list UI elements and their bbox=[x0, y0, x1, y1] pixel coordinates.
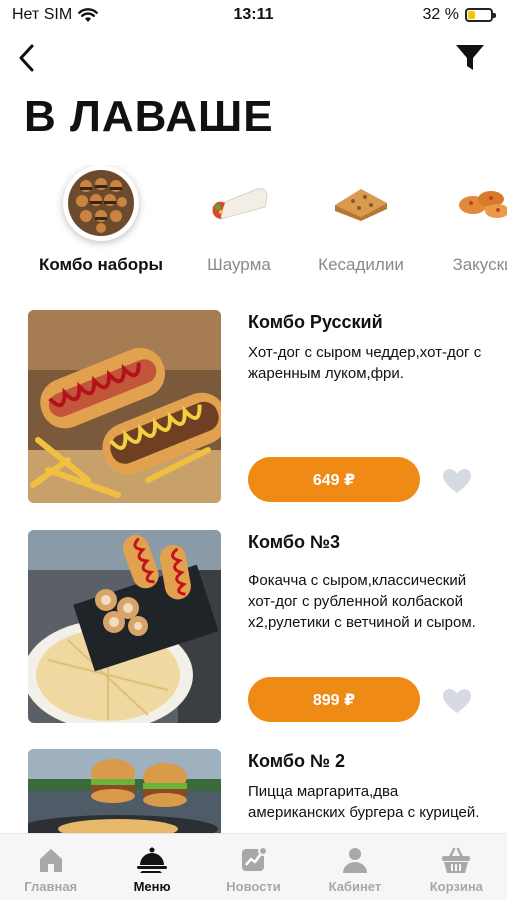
tab-label: Меню bbox=[133, 879, 171, 894]
category-carousel[interactable]: Комбо наборы Шаурма Кесадилии Закуск bbox=[0, 165, 507, 285]
menu-cloche-icon bbox=[136, 844, 168, 876]
product-name: Комбо №3 bbox=[248, 532, 341, 552]
product-description: Пицца маргарита,два американских бургера… bbox=[248, 783, 480, 821]
product-card[interactable]: Комбо Русский Хот-дог с сыром чеддер,хот… bbox=[28, 310, 498, 505]
product-description: Хот-дог с сыром чеддер,хот-дог с жаренны… bbox=[248, 344, 482, 382]
filter-icon bbox=[456, 45, 484, 70]
quesadilla-image bbox=[323, 165, 399, 241]
tab-label: Корзина bbox=[429, 879, 483, 894]
combo-sets-image bbox=[63, 165, 139, 241]
product-card[interactable]: Комбо № 2 Пицца маргарита,два американск… bbox=[28, 749, 498, 833]
heart-icon[interactable] bbox=[442, 468, 472, 494]
battery-level bbox=[468, 11, 476, 19]
status-right: 32 % bbox=[422, 6, 496, 24]
category-combo-sets[interactable]: Комбо наборы bbox=[26, 165, 176, 275]
chevron-left-icon bbox=[19, 44, 34, 72]
tab-label: Кабинет bbox=[328, 879, 382, 894]
product-name: Комбо Русский bbox=[248, 312, 383, 332]
basket-icon bbox=[440, 844, 472, 876]
battery-icon bbox=[465, 8, 496, 22]
category-label: Комбо наборы bbox=[38, 255, 163, 274]
product-photo bbox=[28, 310, 221, 503]
tab-home[interactable]: Главная bbox=[0, 834, 101, 900]
product-description: Фокачча с сыром,классический хот-дог с р… bbox=[248, 572, 476, 631]
snacks-image bbox=[445, 165, 507, 241]
heart-icon[interactable] bbox=[442, 688, 472, 714]
battery-percent: 32 % bbox=[422, 6, 459, 23]
product-photo bbox=[28, 530, 221, 723]
home-icon bbox=[35, 844, 67, 876]
add-to-cart-button[interactable]: 649 ₽ bbox=[248, 457, 420, 502]
category-label: Закуски bbox=[452, 255, 507, 274]
back-button[interactable] bbox=[8, 38, 44, 78]
page-title: В ЛАВАШЕ bbox=[24, 92, 274, 141]
tab-label: Главная bbox=[24, 879, 78, 894]
tab-news[interactable]: Новости bbox=[203, 834, 304, 900]
tab-menu[interactable]: Меню bbox=[101, 834, 202, 900]
product-name: Комбо № 2 bbox=[248, 751, 346, 771]
filter-button[interactable] bbox=[451, 40, 489, 76]
status-bar: Нет SIM 13:11 32 % bbox=[0, 0, 507, 32]
add-to-cart-button[interactable]: 899 ₽ bbox=[248, 677, 420, 722]
product-photo bbox=[28, 749, 221, 833]
category-snacks[interactable]: Закуски bbox=[408, 165, 507, 275]
tab-label: Новости bbox=[226, 879, 281, 894]
tab-bar: Главная Меню Новости Кабинет Корзина bbox=[0, 833, 507, 900]
tab-profile[interactable]: Кабинет bbox=[304, 834, 405, 900]
tab-cart[interactable]: Корзина bbox=[406, 834, 507, 900]
shawarma-image bbox=[201, 165, 277, 241]
product-card[interactable]: Комбо №3 Фокачча с сыром,классический хо… bbox=[28, 530, 498, 725]
news-icon bbox=[238, 844, 270, 876]
profile-icon bbox=[339, 844, 371, 876]
